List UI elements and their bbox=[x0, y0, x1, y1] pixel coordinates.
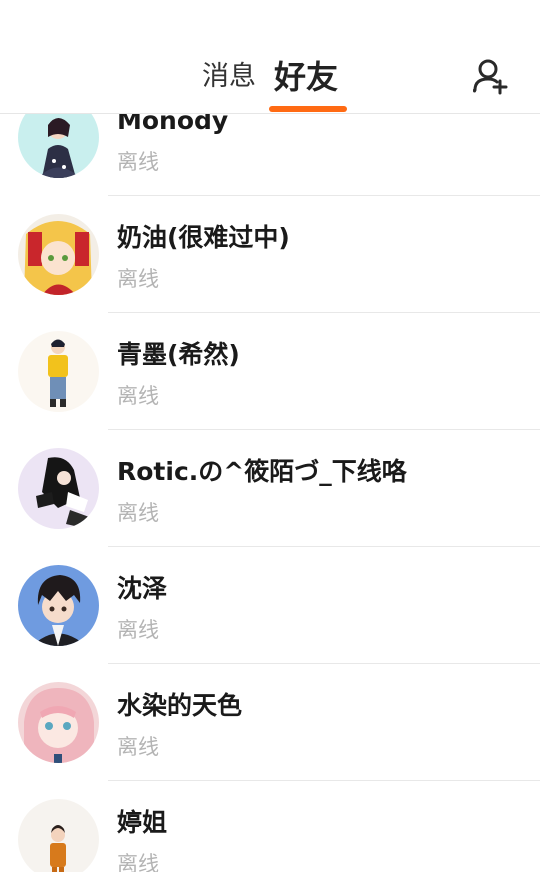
tab-messages[interactable]: 消息 bbox=[202, 52, 256, 102]
friend-list[interactable]: Monody 离线 奶油(很难过中) 离线 青墨(希然) 离线 Rotic.の^… bbox=[0, 0, 540, 872]
friend-avatar bbox=[18, 214, 99, 295]
friend-row[interactable]: 青墨(希然) 离线 bbox=[0, 313, 540, 430]
friend-name: 青墨(希然) bbox=[117, 340, 240, 369]
friend-avatar bbox=[18, 331, 99, 412]
friend-avatar bbox=[18, 799, 99, 872]
friend-status: 离线 bbox=[117, 384, 159, 408]
friend-name: 水染的天色 bbox=[117, 691, 243, 720]
active-tab-indicator bbox=[269, 106, 347, 112]
friend-avatar bbox=[18, 682, 99, 763]
friend-row[interactable]: Rotic.の^筱陌づ_下线咯 离线 bbox=[0, 430, 540, 547]
friend-status: 离线 bbox=[117, 618, 159, 642]
friend-status: 离线 bbox=[117, 735, 159, 759]
friend-row[interactable]: 沈泽 离线 bbox=[0, 547, 540, 664]
friend-status: 离线 bbox=[117, 150, 159, 174]
friend-status: 离线 bbox=[117, 501, 159, 525]
friend-row[interactable]: 水染的天色 离线 bbox=[0, 664, 540, 781]
tab-friends[interactable]: 好友 bbox=[274, 52, 338, 102]
friend-avatar bbox=[18, 448, 99, 529]
friend-status: 离线 bbox=[117, 852, 159, 872]
friend-avatar bbox=[18, 565, 99, 646]
friend-row[interactable]: 奶油(很难过中) 离线 bbox=[0, 196, 540, 313]
friend-name: 婷姐 bbox=[117, 808, 168, 837]
friend-row[interactable]: 婷姐 离线 bbox=[0, 781, 540, 872]
add-friend-button[interactable] bbox=[470, 56, 512, 98]
friend-status: 离线 bbox=[117, 267, 159, 291]
top-bar: 消息 好友 bbox=[0, 0, 540, 114]
friends-screen: Monody 离线 奶油(很难过中) 离线 青墨(希然) 离线 Rotic.の^… bbox=[0, 0, 540, 872]
person-add-icon bbox=[473, 59, 508, 95]
friend-name: 奶油(很难过中) bbox=[117, 223, 290, 252]
friend-name: Rotic.の^筱陌づ_下线咯 bbox=[117, 457, 407, 486]
friend-name: 沈泽 bbox=[117, 574, 168, 603]
